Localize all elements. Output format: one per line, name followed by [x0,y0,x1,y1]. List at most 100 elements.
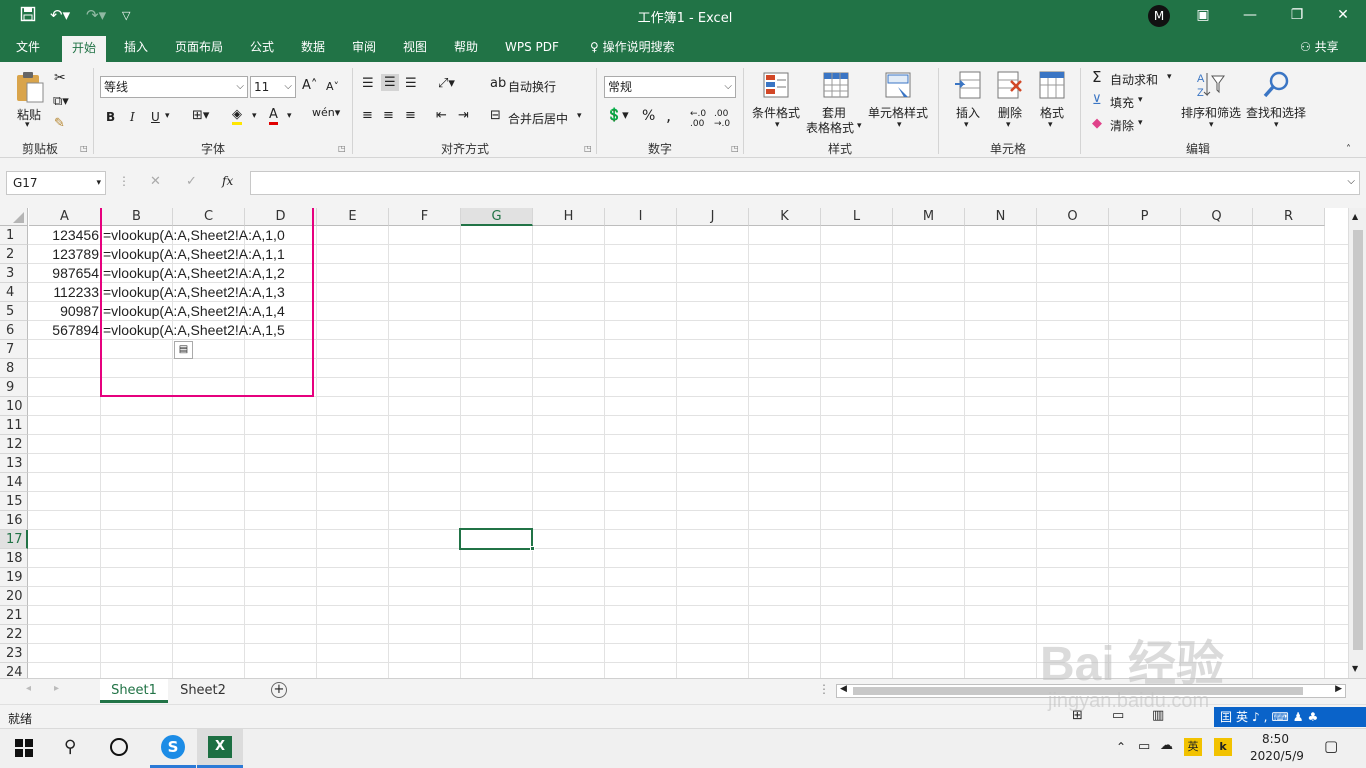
normal-view-icon[interactable]: ⊞ [1072,708,1083,723]
column-header-r[interactable]: R [1253,208,1325,226]
row-header-10[interactable]: 10 [0,397,28,416]
align-middle-icon[interactable]: ☰ [381,74,399,91]
row-header-4[interactable]: 4 [0,283,28,302]
battery-icon[interactable]: ▭ [1138,739,1150,754]
row-header-17[interactable]: 17 [0,530,28,549]
customize-quick-access-icon[interactable]: ▽ [122,9,130,22]
alignment-launcher-icon[interactable]: ◳ [584,144,592,153]
fill-button[interactable]: 填充 [1110,94,1134,111]
sort-filter-dropdown-icon[interactable]: ▾ [1209,120,1214,130]
tab-file[interactable]: 文件 [6,32,50,62]
ribbon-display-icon[interactable]: ▣ [1188,4,1218,26]
font-color-dropdown-icon[interactable]: ▾ [287,111,292,121]
column-header-k[interactable]: K [749,208,821,226]
tab-page-layout[interactable]: 页面布局 [165,32,233,62]
row-header-22[interactable]: 22 [0,625,28,644]
paste-icon[interactable] [14,70,46,107]
page-layout-view-icon[interactable]: ▭ [1112,708,1124,723]
search-icon[interactable]: ⚲ [64,737,76,757]
row-header-11[interactable]: 11 [0,416,28,435]
insert-dropdown-icon[interactable]: ▾ [964,120,969,130]
font-size-select[interactable]: 11 ⌵ [250,76,296,98]
restore-button[interactable]: ❐ [1282,4,1312,26]
cell-styles-dropdown-icon[interactable]: ▾ [897,120,902,130]
row-header-21[interactable]: 21 [0,606,28,625]
row-header-20[interactable]: 20 [0,587,28,606]
row-header-15[interactable]: 15 [0,492,28,511]
comma-style-button[interactable]: , [666,106,671,125]
share-button[interactable]: ⚇ 共享 [1290,32,1349,62]
font-name-select[interactable]: 等线 ⌵ [100,76,248,98]
column-header-g[interactable]: G [461,208,533,226]
copy-icon[interactable]: ⧉▾ [53,94,69,109]
increase-indent-icon[interactable]: ⇥ [458,108,469,123]
formula-input[interactable]: ⌵ [250,171,1360,195]
tab-data[interactable]: 数据 [291,32,335,62]
ime-icons[interactable]: 囯英♪,⌨♟♣ [1220,710,1322,724]
tab-split-handle[interactable]: ⋮ [818,682,830,696]
cell-styles-icon[interactable] [884,70,914,103]
underline-button[interactable]: U [151,110,160,124]
format-dropdown-icon[interactable]: ▾ [1048,120,1053,130]
decrease-decimal-icon[interactable]: .00 →.0 [714,109,730,129]
tell-me-search[interactable]: ♀ 操作说明搜索 [580,32,685,62]
insert-function-button[interactable]: fx [222,174,233,188]
tray-expand-icon[interactable]: ⌃ [1116,740,1126,754]
paste-dropdown-icon[interactable]: ▾ [25,120,30,130]
cell-a1[interactable]: 123456 [29,226,99,245]
column-header-p[interactable]: P [1109,208,1181,226]
row-header-6[interactable]: 6 [0,321,28,340]
collapse-ribbon-icon[interactable]: ˄ [1346,144,1351,155]
clipboard-launcher-icon[interactable]: ◳ [80,144,88,153]
row-header-13[interactable]: 13 [0,454,28,473]
wrap-text-icon[interactable]: ab [490,76,506,91]
format-cells-button[interactable]: 格式 [1040,104,1064,121]
orientation-icon[interactable]: ⤢▾ [438,76,455,91]
row-header-19[interactable]: 19 [0,568,28,587]
fill-color-icon[interactable]: ◈ [232,107,242,125]
tab-help[interactable]: 帮助 [444,32,488,62]
taskbar-app-excel[interactable]: X [197,729,243,768]
worksheet-grid[interactable]: ABCDEFGHIJKLMNOPQR 1 2 3 4 5 6 7 8 9 10 11 12 13 14 15… [0,208,1348,678]
next-sheet-icon[interactable]: ▸ [54,683,59,694]
row-header-24[interactable]: 24 [0,663,28,678]
eraser-icon[interactable]: ◆ [1092,116,1102,131]
expand-formula-icon[interactable]: ⌵ [1347,176,1355,187]
merge-center-icon[interactable]: ⊟ [490,108,501,123]
format-painter-icon[interactable]: ✎ [54,116,65,131]
clear-button[interactable]: 清除 [1110,117,1134,134]
windows-start-icon[interactable] [15,739,33,760]
row-header-8[interactable]: 8 [0,359,28,378]
row-header-12[interactable]: 12 [0,435,28,454]
find-select-dropdown-icon[interactable]: ▾ [1274,120,1279,130]
column-header-l[interactable]: L [821,208,893,226]
insert-cells-button[interactable]: 插入 [956,104,980,121]
vertical-scroll-thumb[interactable] [1353,230,1363,650]
cond-format-dropdown-icon[interactable]: ▾ [775,120,780,130]
format-as-table-line2[interactable]: 表格格式 [806,119,854,136]
row-header-7[interactable]: 7 [0,340,28,359]
format-as-table-icon[interactable] [822,70,852,103]
cancel-icon[interactable]: ✕ [150,174,161,189]
cut-icon[interactable]: ✂ [54,70,66,86]
cell-a3[interactable]: 987654 [29,264,99,283]
font-launcher-icon[interactable]: ◳ [338,144,346,153]
align-left-icon[interactable]: ≡ [362,108,373,123]
tab-view[interactable]: 视图 [393,32,437,62]
cell-a6[interactable]: 567894 [29,321,99,340]
row-header-23[interactable]: 23 [0,644,28,663]
merge-dropdown-icon[interactable]: ▾ [577,111,582,121]
column-header-m[interactable]: M [893,208,965,226]
increase-font-size-icon[interactable]: A˄ [302,78,317,93]
minimize-button[interactable]: — [1235,4,1265,26]
clock-date[interactable]: 2020/5/9 [1250,749,1304,763]
bold-button[interactable]: B [106,110,115,124]
clear-dropdown-icon[interactable]: ▾ [1138,118,1143,128]
font-color-icon[interactable]: A [269,107,278,125]
cell-a4[interactable]: 112233 [29,283,99,302]
row-header-3[interactable]: 3 [0,264,28,283]
paste-options-icon[interactable]: ▤ [174,341,193,359]
decrease-indent-icon[interactable]: ⇤ [436,108,447,123]
horizontal-scroll-thumb[interactable] [853,687,1303,695]
tray-ime-badge[interactable]: 英 [1184,738,1202,756]
